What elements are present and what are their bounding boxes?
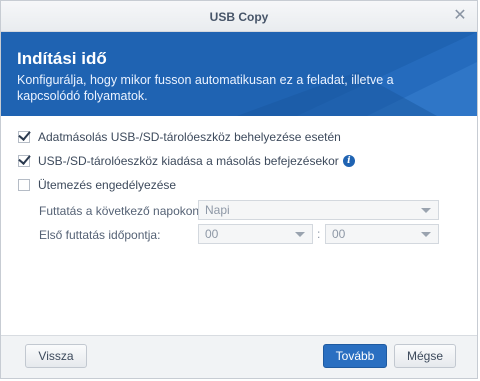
eject-after-copy-label: USB-/SD-tárolóeszköz kiadása a másolás b… [38,154,339,168]
option-eject-after-copy[interactable]: USB-/SD-tárolóeszköz kiadása a másolás b… [18,153,355,169]
cancel-button[interactable]: Mégse [394,344,456,368]
minute-value: 00 [332,227,346,241]
run-days-label: Futtatás a következő napokon: [39,204,203,218]
time-separator: : [317,227,321,241]
usb-copy-dialog: USB Copy ✕ Indítási idő Konfigurálja, ho… [0,0,478,379]
enable-schedule-label: Ütemezés engedélyezése [38,178,177,192]
copy-on-insert-label: Adatmásolás USB-/SD-tárolóeszköz behelye… [38,130,341,144]
chevron-down-icon [421,232,431,237]
hour-value: 00 [205,227,219,241]
back-button[interactable]: Vissza [25,344,87,368]
next-button[interactable]: Tovább [323,344,387,368]
option-copy-on-insert[interactable]: Adatmásolás USB-/SD-tárolóeszköz behelye… [18,129,341,145]
hour-select[interactable]: 00 [198,224,313,244]
header-banner: Indítási idő Konfigurálja, hogy mikor fu… [1,32,477,116]
chevron-down-icon [421,208,431,213]
page-description: Konfigurálja, hogy mikor fusson automati… [17,73,394,103]
first-run-time-label: Első futtatás időpontja: [39,228,161,242]
eject-after-copy-checkbox[interactable] [18,155,30,167]
info-icon[interactable]: i [342,155,355,167]
copy-on-insert-checkbox[interactable] [18,131,30,143]
option-enable-schedule[interactable]: Ütemezés engedélyezése [18,177,176,193]
title-bar: USB Copy ✕ [1,1,477,32]
enable-schedule-checkbox[interactable] [18,179,30,191]
dialog-footer: Vissza Tovább Mégse [1,335,477,378]
run-days-select[interactable]: Napi [198,200,439,220]
page-title: Indítási idő [17,49,107,68]
run-days-value: Napi [205,203,230,217]
minute-select[interactable]: 00 [325,224,439,244]
close-icon[interactable]: ✕ [451,7,469,25]
window-title: USB Copy [209,10,269,24]
chevron-down-icon [295,232,305,237]
